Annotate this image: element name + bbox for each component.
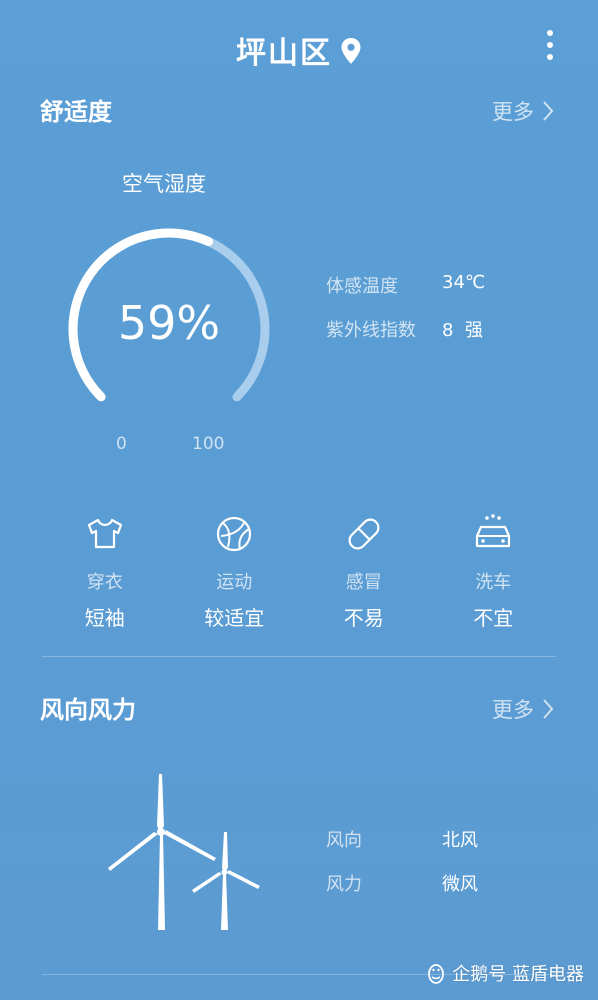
- location-pin-icon: [340, 37, 362, 73]
- watermark: 企鹅号 蓝盾电器: [426, 960, 584, 986]
- tile-value: 短袖: [84, 606, 125, 630]
- tile-value: 较适宜: [204, 606, 265, 630]
- comfort-tiles: 穿衣 短袖 运动 较适宜 感冒 不易 洗车 不宜: [40, 512, 558, 631]
- wind-section-title: 风向风力: [40, 696, 136, 724]
- tshirt-icon: [87, 518, 122, 549]
- tile-label: 洗车: [475, 572, 512, 593]
- uv-index-value: 8 强: [442, 320, 483, 341]
- car-wash-icon: [476, 514, 511, 548]
- tile-clothing[interactable]: 穿衣 短袖: [40, 512, 170, 631]
- feels-like-label: 体感温度: [326, 276, 398, 297]
- wind-direction-value: 北风: [442, 830, 478, 851]
- uv-index-label: 紫外线指数: [326, 320, 416, 341]
- section-divider: [42, 656, 556, 657]
- penguin-icon: [428, 964, 445, 984]
- chevron-right-icon: [543, 699, 554, 719]
- tile-label: 感冒: [345, 572, 382, 593]
- wind-turbine-icon: [108, 774, 260, 930]
- location-title[interactable]: 坪山区: [0, 28, 598, 73]
- gauge-max-label: 100: [192, 434, 225, 454]
- humidity-value: 59%: [117, 296, 221, 350]
- wind-force-value: 微风: [442, 874, 478, 895]
- wind-force-label: 风力: [326, 874, 362, 895]
- watermark-text: 企鹅号 蓝盾电器: [452, 964, 584, 985]
- tile-sport[interactable]: 运动 较适宜: [170, 512, 300, 631]
- tile-label: 穿衣: [86, 572, 123, 593]
- wind-more-link[interactable]: 更多: [492, 694, 554, 724]
- tile-car-wash[interactable]: 洗车 不宜: [429, 512, 559, 631]
- tile-value: 不易: [343, 606, 384, 630]
- comfort-more-link[interactable]: 更多: [492, 96, 554, 126]
- wind-direction-label: 风向: [326, 830, 362, 851]
- pill-icon: [348, 518, 380, 550]
- more-label: 更多: [492, 100, 534, 124]
- gauge-title: 空气湿度: [122, 172, 206, 196]
- gauge-min-label: 0: [116, 434, 127, 454]
- ball-icon: [217, 516, 252, 552]
- location-name: 坪山区: [236, 36, 332, 71]
- more-label: 更多: [492, 698, 534, 722]
- chevron-right-icon: [543, 101, 554, 121]
- tile-value: 不宜: [473, 606, 514, 630]
- tile-cold[interactable]: 感冒 不易: [299, 512, 429, 631]
- feels-like-value: 34℃: [442, 272, 486, 293]
- tile-label: 运动: [216, 572, 253, 593]
- comfort-section-title: 舒适度: [40, 98, 112, 126]
- more-vert-icon[interactable]: [540, 30, 560, 66]
